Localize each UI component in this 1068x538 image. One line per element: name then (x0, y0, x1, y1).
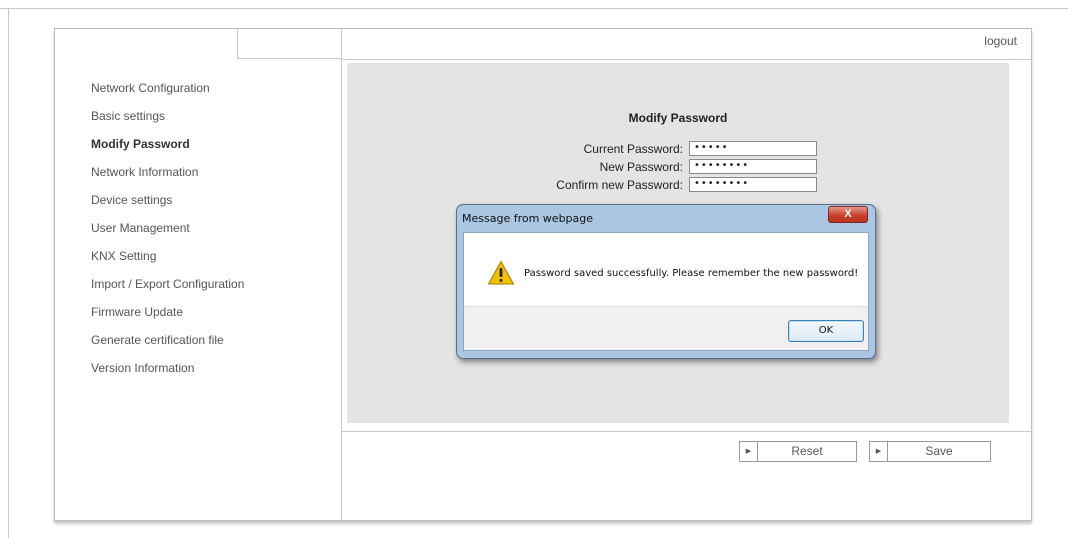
new-password-label: New Password: (599, 160, 683, 174)
column-divider (341, 29, 342, 520)
sidebar-item-firmware-update[interactable]: Firmware Update (91, 303, 331, 331)
page-left-border (8, 8, 9, 538)
new-password-row: New Password: •••••••• (347, 159, 1009, 175)
sidebar-item-knx-setting[interactable]: KNX Setting (91, 247, 331, 275)
close-button[interactable]: X (828, 206, 868, 223)
ok-button[interactable]: OK (788, 320, 864, 342)
triangle-right-icon: ▶ (870, 442, 888, 461)
logout-link[interactable]: logout (984, 34, 1017, 48)
new-password-field[interactable]: •••••••• (689, 159, 817, 174)
sidebar-item-basic-settings[interactable]: Basic settings (91, 107, 331, 135)
dialog-body: Password saved successfully. Please reme… (463, 232, 869, 306)
header-divider (341, 59, 1031, 60)
sidebar-nav: Network Configuration Basic settings Mod… (91, 79, 331, 387)
page-top-border (0, 8, 1068, 9)
current-password-row: Current Password: ••••• (347, 141, 1009, 157)
confirm-password-label: Confirm new Password: (556, 178, 683, 192)
sidebar-item-import-export-configuration[interactable]: Import / Export Configuration (91, 275, 331, 303)
confirm-password-field[interactable]: •••••••• (689, 177, 817, 192)
page: logout Network Configuration Basic setti… (0, 0, 1068, 538)
dialog-footer: OK (463, 306, 869, 351)
footer-divider (341, 431, 1031, 432)
sidebar-item-network-information[interactable]: Network Information (91, 163, 331, 191)
header-left-box (237, 29, 341, 59)
sidebar-item-generate-certification-file[interactable]: Generate certification file (91, 331, 331, 359)
sidebar-item-modify-password[interactable]: Modify Password (91, 135, 331, 163)
message-dialog: Message from webpage X Password saved su… (456, 204, 876, 359)
confirm-password-row: Confirm new Password: •••••••• (347, 177, 1009, 193)
close-icon: X (844, 208, 852, 220)
sidebar-item-network-configuration[interactable]: Network Configuration (91, 79, 331, 107)
triangle-right-icon: ▶ (740, 442, 758, 461)
current-password-label: Current Password: (583, 142, 683, 156)
sidebar-item-version-information[interactable]: Version Information (91, 359, 331, 387)
page-title: Modify Password (628, 111, 728, 125)
sidebar-item-device-settings[interactable]: Device settings (91, 191, 331, 219)
reset-button[interactable]: ▶ Reset (739, 441, 857, 462)
dialog-message: Password saved successfully. Please reme… (524, 268, 859, 279)
current-password-field[interactable]: ••••• (689, 141, 817, 156)
reset-button-label: Reset (791, 444, 823, 458)
save-button[interactable]: ▶ Save (869, 441, 991, 462)
warning-icon (488, 261, 514, 285)
sidebar-item-user-management[interactable]: User Management (91, 219, 331, 247)
save-button-label: Save (925, 444, 953, 458)
dialog-title: Message from webpage (462, 212, 594, 225)
